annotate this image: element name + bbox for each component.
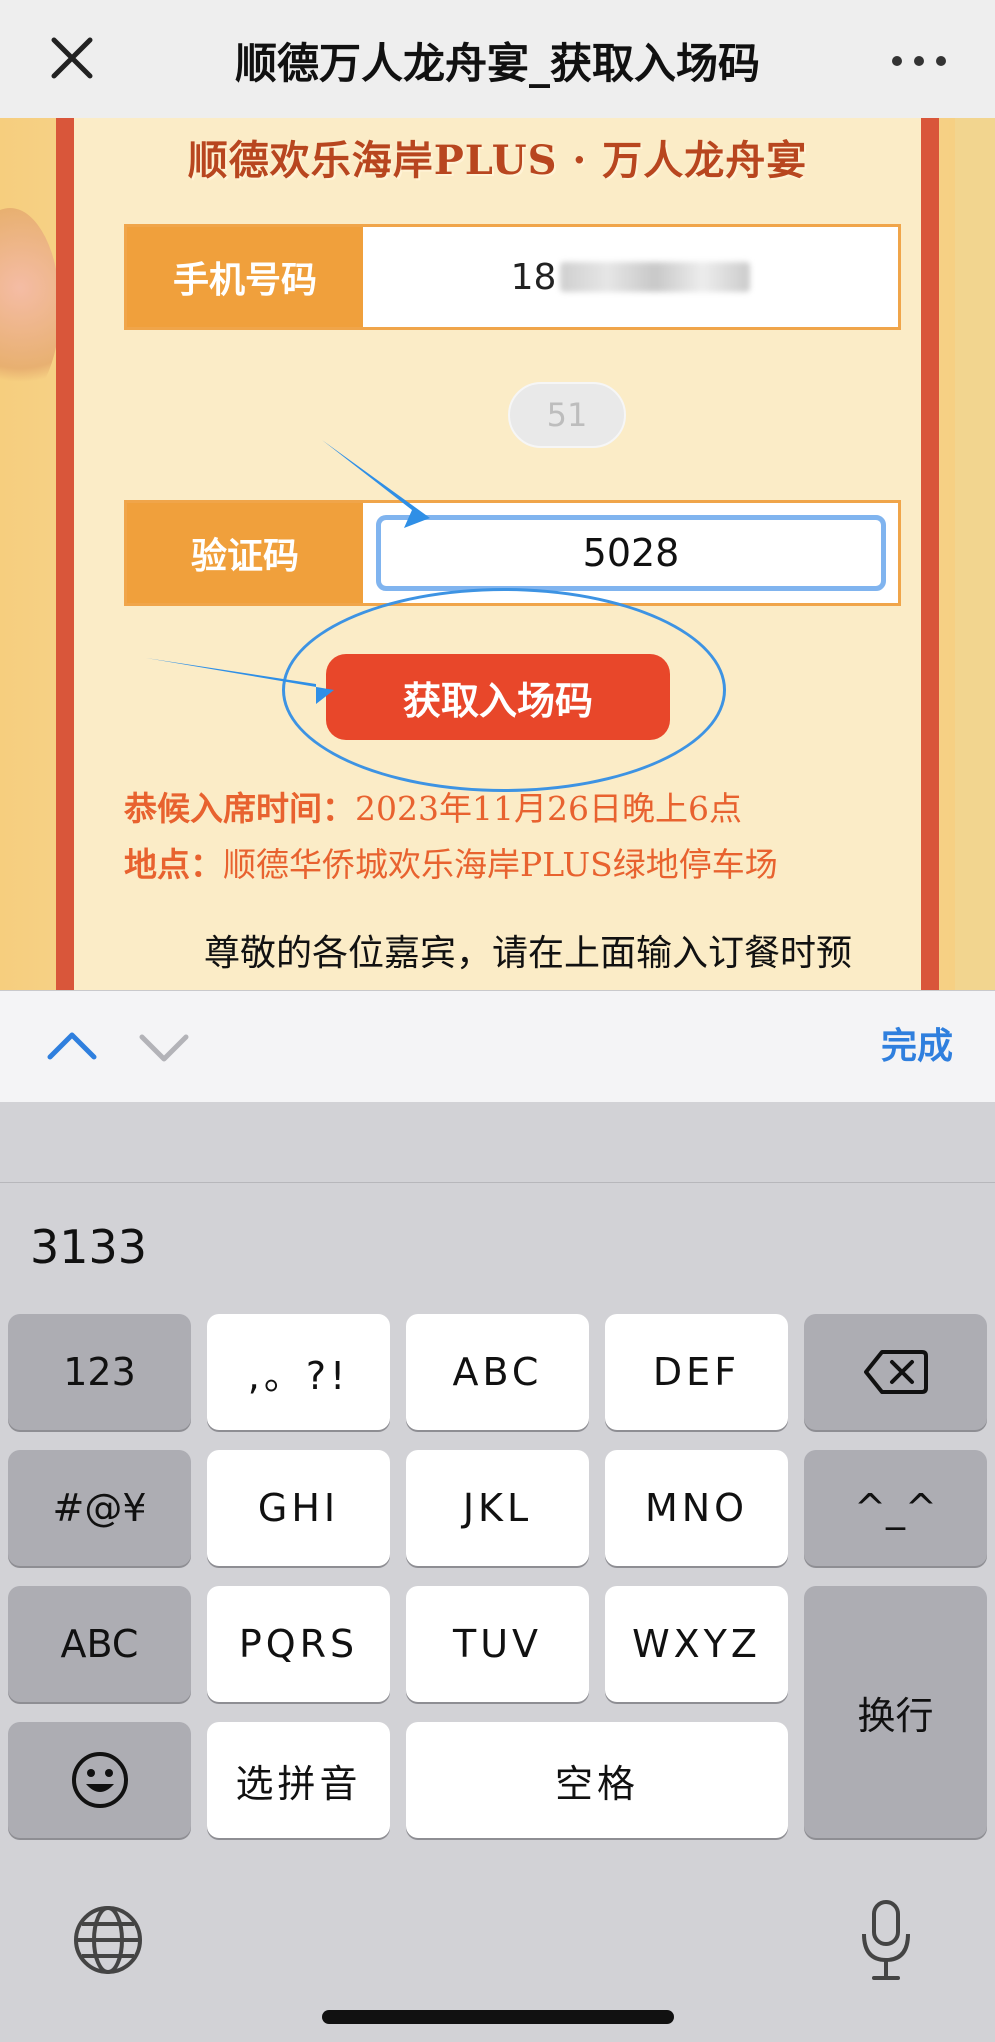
code-field-wrapper: 5028 <box>363 503 898 603</box>
keyboard-accessory-bar: 完成 <box>0 990 995 1102</box>
key-jkl[interactable]: JKL <box>406 1450 589 1566</box>
more-icon[interactable] <box>879 36 959 86</box>
chevron-down-icon[interactable] <box>136 1017 192 1077</box>
description-text: 尊敬的各位嘉宾，请在上面输入订餐时预 <box>204 933 853 974</box>
redacted-phone-digits <box>560 262 751 292</box>
key-punctuation[interactable]: ,。?! <box>207 1314 390 1430</box>
place-key: 地点： <box>124 845 223 884</box>
globe-icon[interactable] <box>70 1902 146 1978</box>
code-row: 验证码 5028 <box>124 500 901 606</box>
microphone-icon[interactable] <box>860 1898 912 1982</box>
key-abc[interactable]: ABC <box>406 1314 589 1430</box>
emoji-icon <box>71 1752 128 1808</box>
key-emoji[interactable] <box>8 1722 191 1838</box>
keyboard: 3133 123 ,。?! ABC DEF #@¥ GHI JKL MNO ^_… <box>0 1102 995 2042</box>
key-return[interactable]: 换行 <box>804 1586 987 1838</box>
key-space[interactable]: 空格 <box>406 1722 788 1838</box>
phone-row: 手机号码 18 <box>124 224 901 330</box>
key-123[interactable]: 123 <box>8 1314 191 1430</box>
key-emoticon[interactable]: ^_^ <box>804 1450 987 1566</box>
get-ticket-button[interactable]: 获取入场码 <box>326 654 670 740</box>
page-title: 顺德万人龙舟宴_获取入场码 <box>234 39 760 88</box>
key-wxyz[interactable]: WXYZ <box>605 1586 788 1702</box>
decoration-left <box>0 208 60 408</box>
key-pqrs[interactable]: PQRS <box>207 1586 390 1702</box>
place-line: 地点：顺德华侨城欢乐海岸PLUS绿地停车场 <box>124 838 778 886</box>
event-banner: 顺德欢乐海岸PLUS · 万人龙舟宴 <box>187 137 808 184</box>
key-def[interactable]: DEF <box>605 1314 788 1430</box>
navbar: 顺德万人龙舟宴_获取入场码 <box>0 0 995 118</box>
phone-field[interactable]: 18 <box>363 227 898 327</box>
verification-code-input[interactable]: 5028 <box>376 515 886 591</box>
key-ghi[interactable]: GHI <box>207 1450 390 1566</box>
form-panel: 顺德欢乐海岸PLUS · 万人龙舟宴 手机号码 18 51 验证码 5028 获… <box>56 118 939 990</box>
key-pinyin[interactable]: 选拼音 <box>207 1722 390 1838</box>
delete-icon <box>863 1350 928 1394</box>
candidate-divider <box>0 1182 995 1183</box>
key-delete[interactable] <box>804 1314 987 1430</box>
key-symbols[interactable]: #@¥ <box>8 1450 191 1566</box>
time-key: 恭候入席时间： <box>124 789 355 828</box>
resend-countdown: 51 <box>508 382 626 448</box>
place-value: 顺德华侨城欢乐海岸PLUS绿地停车场 <box>223 845 778 884</box>
home-indicator[interactable] <box>322 2010 674 2024</box>
key-abc-switch[interactable]: ABC <box>8 1586 191 1702</box>
close-icon[interactable] <box>40 34 104 88</box>
chevron-up-icon[interactable] <box>44 1017 100 1077</box>
key-mno[interactable]: MNO <box>605 1450 788 1566</box>
decoration-right <box>955 118 995 990</box>
time-line: 恭候入席时间：2023年11月26日晚上6点 <box>124 782 742 830</box>
form-panel-inner: 顺德欢乐海岸PLUS · 万人龙舟宴 手机号码 18 51 验证码 5028 获… <box>74 118 921 990</box>
time-value: 2023年11月26日晚上6点 <box>355 789 742 828</box>
candidate-text[interactable]: 3133 <box>30 1220 147 1274</box>
phone-value: 18 <box>510 256 557 298</box>
code-label: 验证码 <box>127 503 363 603</box>
web-content: 顺德欢乐海岸PLUS · 万人龙舟宴 手机号码 18 51 验证码 5028 获… <box>0 118 995 990</box>
key-tuv[interactable]: TUV <box>406 1586 589 1702</box>
phone-label: 手机号码 <box>127 227 363 327</box>
done-button[interactable]: 完成 <box>881 1017 953 1069</box>
